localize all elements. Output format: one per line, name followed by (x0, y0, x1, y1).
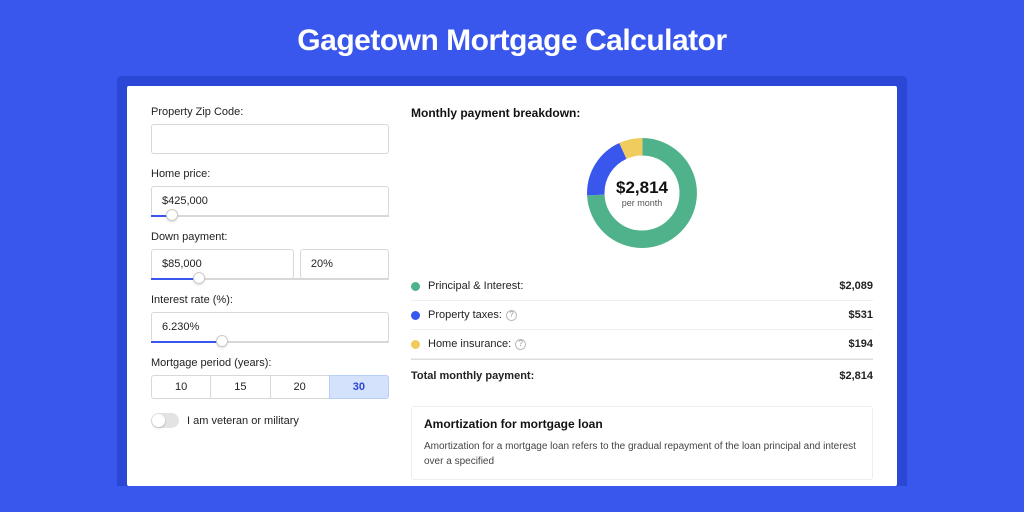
period-option-15[interactable]: 15 (210, 375, 269, 399)
home-price-slider[interactable] (151, 215, 389, 217)
amortization-text: Amortization for a mortgage loan refers … (424, 439, 860, 469)
donut-chart: $2,814 per month (581, 132, 703, 254)
interest-input[interactable] (151, 312, 389, 342)
period-label: Mortgage period (years): (151, 357, 389, 369)
card-frame: Property Zip Code: Home price: Down paym… (117, 76, 907, 486)
home-price-label: Home price: (151, 168, 389, 180)
veteran-toggle[interactable] (151, 413, 179, 428)
dot-icon (411, 340, 420, 349)
donut-amount: $2,814 (616, 178, 668, 198)
legend-label-tax: Property taxes: ? (428, 309, 849, 321)
interest-slider-fill (151, 341, 222, 343)
period-option-30[interactable]: 30 (329, 375, 389, 399)
zip-input[interactable] (151, 124, 389, 154)
interest-label: Interest rate (%): (151, 294, 389, 306)
zip-label: Property Zip Code: (151, 106, 389, 118)
legend-value-pi: $2,089 (839, 280, 873, 292)
legend-text-pi: Principal & Interest: (428, 280, 523, 292)
interest-field: Interest rate (%): (151, 294, 389, 343)
period-field: Mortgage period (years): 10 15 20 30 (151, 357, 389, 399)
legend-value-total: $2,814 (839, 370, 873, 382)
veteran-label: I am veteran or military (187, 415, 299, 427)
home-price-slider-thumb[interactable] (166, 209, 178, 221)
home-price-input[interactable] (151, 186, 389, 216)
help-icon[interactable]: ? (506, 310, 517, 321)
home-price-field: Home price: (151, 168, 389, 217)
legend-label-total: Total monthly payment: (411, 370, 839, 382)
donut-center: $2,814 per month (581, 132, 703, 254)
legend-text-tax: Property taxes: (428, 309, 502, 321)
zip-field: Property Zip Code: (151, 106, 389, 154)
breakdown-title: Monthly payment breakdown: (411, 106, 873, 120)
period-options: 10 15 20 30 (151, 375, 389, 399)
down-payment-slider-fill (151, 278, 199, 280)
donut-sub: per month (622, 198, 663, 208)
legend-label-ins: Home insurance: ? (428, 338, 849, 350)
period-option-10[interactable]: 10 (151, 375, 210, 399)
dot-icon (411, 282, 420, 291)
calculator-card: Property Zip Code: Home price: Down paym… (127, 86, 897, 486)
inputs-column: Property Zip Code: Home price: Down paym… (151, 106, 389, 486)
veteran-row: I am veteran or military (151, 413, 389, 428)
results-column: Monthly payment breakdown: $2,814 per mo… (411, 106, 873, 486)
legend-value-ins: $194 (849, 338, 873, 350)
down-payment-percent-input[interactable] (300, 249, 389, 279)
legend-row-pi: Principal & Interest: $2,089 (411, 272, 873, 301)
legend-row-total: Total monthly payment: $2,814 (411, 359, 873, 390)
dot-icon (411, 311, 420, 320)
legend-text-ins: Home insurance: (428, 338, 511, 350)
help-icon[interactable]: ? (515, 339, 526, 350)
interest-slider-thumb[interactable] (216, 335, 228, 347)
page-title: Gagetown Mortgage Calculator (0, 0, 1024, 76)
amortization-section: Amortization for mortgage loan Amortizat… (411, 406, 873, 480)
down-payment-label: Down payment: (151, 231, 389, 243)
down-payment-slider-thumb[interactable] (193, 272, 205, 284)
amortization-title: Amortization for mortgage loan (424, 417, 860, 431)
legend-value-tax: $531 (849, 309, 873, 321)
legend-label-pi: Principal & Interest: (428, 280, 839, 292)
donut-chart-area: $2,814 per month (411, 132, 873, 254)
legend-row-tax: Property taxes: ? $531 (411, 301, 873, 330)
down-payment-amount-input[interactable] (151, 249, 294, 279)
interest-slider[interactable] (151, 341, 389, 343)
down-payment-slider[interactable] (151, 278, 389, 280)
period-option-20[interactable]: 20 (270, 375, 329, 399)
down-payment-field: Down payment: (151, 231, 389, 280)
legend-row-ins: Home insurance: ? $194 (411, 330, 873, 359)
